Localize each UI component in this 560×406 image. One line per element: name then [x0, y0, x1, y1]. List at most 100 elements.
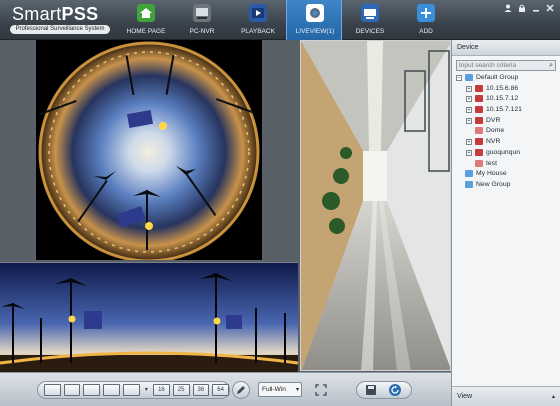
lock-icon[interactable]: [518, 4, 526, 12]
device-sidebar: Device ⌕ − Default Group + 10.15.6.86 + …: [451, 40, 560, 406]
app-title: SmartPSS: [12, 4, 99, 24]
video-panel-panorama[interactable]: [0, 262, 298, 372]
tree-node-my-house[interactable]: My House: [456, 169, 560, 180]
playback-icon: [249, 4, 267, 22]
device-tree: − Default Group + 10.15.6.86 + 10.15.7.1…: [456, 73, 560, 191]
expand-icon[interactable]: +: [466, 117, 472, 124]
tree-node-default-group[interactable]: − Default Group: [456, 73, 560, 84]
nav-label: DEVICES: [355, 28, 385, 35]
tree-label: DVR: [486, 116, 501, 124]
nav-label: PLAYBACK: [241, 28, 275, 35]
top-bar: SmartPSS Professional Surveillance Syste…: [0, 0, 560, 40]
edit-button[interactable]: [232, 381, 250, 399]
layout-dropdown-icon[interactable]: ▾: [143, 384, 150, 396]
expand-icon[interactable]: +: [466, 96, 472, 103]
device-icon: [475, 148, 483, 156]
expand-icon[interactable]: +: [466, 107, 472, 114]
tree-label: test: [486, 159, 497, 167]
layout-1-button[interactable]: [44, 384, 61, 396]
tree-node-device[interactable]: + guoqunqun: [456, 148, 560, 159]
tree-label: My House: [476, 170, 507, 178]
app-logo: SmartPSS Professional Surveillance Syste…: [6, 4, 126, 36]
layout-6-button[interactable]: [83, 384, 101, 396]
tree-node-device[interactable]: + 10.15.6.86: [456, 84, 560, 95]
nav-devices[interactable]: DEVICES: [342, 0, 398, 40]
tree-node-device[interactable]: + NVR: [456, 137, 560, 148]
nav-label: ADD: [419, 28, 433, 35]
device-icon: [475, 106, 483, 114]
add-icon: [417, 4, 435, 22]
bottom-toolbar: ▾ 16 25 36 64 Full-Win ▾: [0, 372, 451, 406]
folder-icon: [465, 74, 473, 81]
live-view-area: [0, 40, 451, 372]
nav-add[interactable]: ADD: [398, 0, 454, 40]
nav-pc-nvr[interactable]: PC-NVR: [174, 0, 230, 40]
tree-node-device[interactable]: + 10.15.7.12: [456, 94, 560, 105]
tree-label: Default Group: [476, 74, 519, 81]
display-mode-value: Full-Win: [262, 386, 286, 393]
minimize-icon[interactable]: [532, 4, 540, 12]
window-controls: [504, 4, 554, 12]
user-icon[interactable]: [504, 4, 512, 12]
device-icon: [475, 84, 483, 92]
layout-25-button[interactable]: 25: [172, 384, 190, 396]
expand-icon[interactable]: +: [466, 149, 472, 156]
action-group: [356, 381, 412, 399]
tree-label: NVR: [486, 138, 501, 146]
fullscreen-button[interactable]: [312, 381, 330, 399]
nav-label: HOME PAGE: [126, 28, 166, 35]
pc-nvr-icon: [193, 4, 211, 22]
chevron-up-icon: ▴: [551, 394, 555, 400]
device-icon: [475, 95, 483, 103]
tree-node-device[interactable]: test: [456, 159, 560, 170]
device-offline-icon: [475, 127, 483, 135]
expand-icon[interactable]: +: [466, 85, 472, 92]
layout-4-button[interactable]: [63, 384, 81, 396]
layout-8-button[interactable]: [103, 384, 120, 396]
home-icon: [137, 4, 155, 22]
panorama-video-frame: [0, 263, 298, 372]
chevron-down-icon: ▾: [295, 387, 299, 393]
tree-node-new-group[interactable]: New Group: [456, 180, 560, 191]
video-panel-fisheye[interactable]: [36, 40, 262, 260]
pencil-icon: [237, 386, 245, 394]
nav-label: PC-NVR: [189, 28, 215, 35]
layout-9-button[interactable]: [122, 384, 140, 396]
app-subtitle: Professional Surveillance System: [10, 25, 110, 34]
nav-home-page[interactable]: HOME PAGE: [118, 0, 174, 40]
tree-node-device[interactable]: Dome: [456, 126, 560, 137]
sidebar-header: Device: [452, 40, 560, 56]
layout-16-button[interactable]: 16: [153, 384, 170, 396]
search-icon[interactable]: ⌕: [549, 61, 553, 70]
nav-playback[interactable]: PLAYBACK: [230, 0, 286, 40]
tree-label: 10.15.6.86: [486, 84, 519, 92]
layout-selector: ▾ 16 25 36 64: [37, 381, 230, 399]
nav-liveview[interactable]: LIVEVIEW(1): [286, 0, 342, 40]
corridor-video-frame: [301, 41, 450, 370]
tree-label: guoqunqun: [486, 148, 521, 156]
display-mode-select[interactable]: Full-Win ▾: [258, 382, 302, 397]
tree-label: 10.15.7.12: [486, 95, 519, 103]
refresh-icon[interactable]: [388, 383, 402, 397]
sidebar-footer-view[interactable]: View ▴: [452, 386, 560, 406]
video-panel-corridor[interactable]: [300, 40, 451, 371]
collapse-icon[interactable]: −: [456, 75, 462, 81]
main-nav: HOME PAGE PC-NVR PLAYBACK LIVEVIEW(1) DE…: [118, 0, 454, 40]
layout-64-button[interactable]: 64: [212, 384, 229, 396]
save-icon[interactable]: [365, 384, 377, 396]
close-icon[interactable]: [546, 4, 554, 12]
layout-36-button[interactable]: 36: [192, 384, 210, 396]
device-offline-icon: [475, 159, 483, 167]
fullscreen-icon: [315, 384, 327, 396]
tree-label: 10.15.7.121: [486, 106, 522, 114]
tree-label: New Group: [476, 180, 511, 188]
device-icon: [475, 116, 483, 124]
tree-node-device[interactable]: + 10.15.7.121: [456, 105, 560, 116]
search-input[interactable]: [459, 61, 539, 70]
fisheye-video-frame: [36, 40, 262, 260]
device-icon: [475, 138, 483, 146]
expand-icon[interactable]: +: [466, 139, 472, 146]
liveview-icon: [306, 4, 324, 22]
device-search: ⌕: [456, 60, 556, 71]
tree-node-device[interactable]: + DVR: [456, 116, 560, 127]
